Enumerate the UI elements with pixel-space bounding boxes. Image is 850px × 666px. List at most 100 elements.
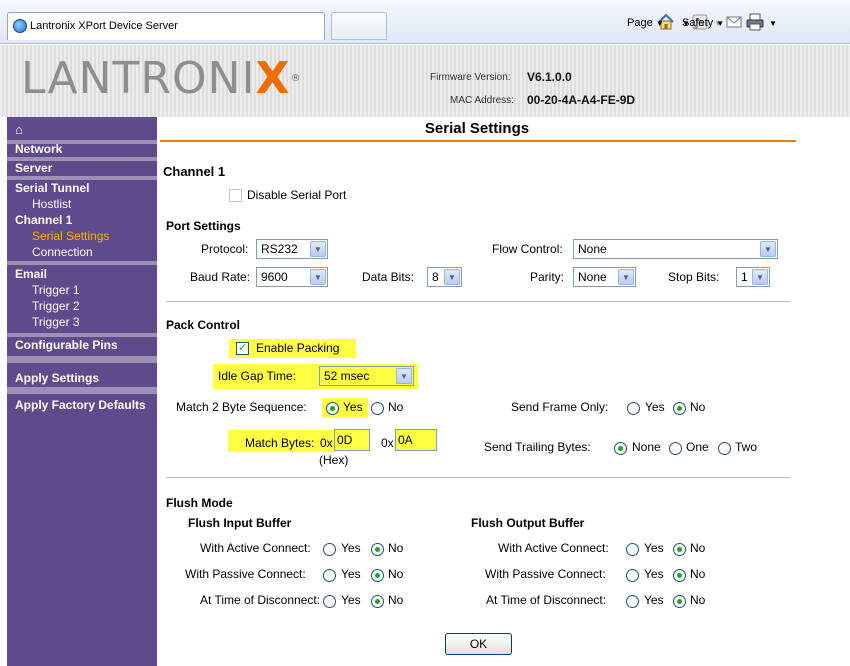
input-passive-yes-label: Yes <box>341 567 361 581</box>
hex-prefix-1: 0x <box>320 436 333 450</box>
output-passive-yes-label: Yes <box>644 567 664 581</box>
protocol-select[interactable]: RS232 ▼ <box>256 239 328 259</box>
data-bits-select[interactable]: 8 ▼ <box>427 267 462 287</box>
baud-rate-value: 9600 <box>261 270 288 284</box>
apply-settings-link[interactable]: Apply Settings <box>15 370 157 386</box>
parity-label: Parity: <box>530 270 565 284</box>
stop-bits-label: Stop Bits: <box>668 270 720 284</box>
trailing-none-radio[interactable] <box>614 442 627 455</box>
page-title: Serial Settings <box>424 120 530 137</box>
safety-menu-label: Safety <box>682 17 714 29</box>
parity-value: None <box>578 270 607 284</box>
output-disconnect-no-radio[interactable] <box>673 595 686 608</box>
trailing-two-radio[interactable] <box>718 442 731 455</box>
ie-favicon-icon <box>13 19 27 33</box>
match-byte1-input[interactable]: 0D <box>334 429 370 451</box>
tab-title: Lantronix XPort Device Server <box>30 20 178 32</box>
mail-icon[interactable] <box>726 15 742 29</box>
apply-factory-defaults-link[interactable]: Apply Factory Defaults <box>15 397 157 413</box>
data-bits-value: 8 <box>432 270 439 284</box>
chevron-down-icon: ▼ <box>310 241 326 257</box>
flow-control-select[interactable]: None ▼ <box>573 239 778 259</box>
sidebar-item-serial-tunnel[interactable]: Serial Tunnel <box>15 180 157 196</box>
parity-select[interactable]: None ▼ <box>573 267 636 287</box>
input-active-yes-radio[interactable] <box>323 543 336 556</box>
protocol-value: RS232 <box>261 242 298 256</box>
enable-packing-checkbox[interactable]: ✓ <box>236 342 249 355</box>
input-disconnect-label: At Time of Disconnect: <box>200 593 321 607</box>
new-tab-button[interactable] <box>331 12 387 40</box>
output-active-label: With Active Connect: <box>498 541 609 555</box>
sidebar-item-trigger2[interactable]: Trigger 2 <box>32 298 174 314</box>
sidebar-item-trigger3[interactable]: Trigger 3 <box>32 314 174 330</box>
channel-heading: Channel 1 <box>163 164 226 179</box>
disable-serial-port-checkbox[interactable] <box>229 189 242 202</box>
protocol-label: Protocol: <box>201 242 249 256</box>
output-disconnect-yes-radio[interactable] <box>626 595 639 608</box>
idle-gap-value: 52 msec <box>324 369 370 383</box>
lantronix-logo: LANTRONIX® <box>21 53 302 104</box>
chevron-down-icon: ▼ <box>310 269 326 285</box>
sidebar-item-connection[interactable]: Connection <box>32 244 174 260</box>
ok-button[interactable]: OK <box>445 633 512 655</box>
match2-yes-label: Yes <box>343 400 363 414</box>
match-byte2-input[interactable]: 0A <box>395 429 437 451</box>
flush-output-heading: Flush Output Buffer <box>471 516 585 530</box>
trailing-none-label: None <box>632 440 661 454</box>
chevron-down-icon: ▼ <box>396 368 412 384</box>
send-frame-label: Send Frame Only: <box>511 400 609 414</box>
sidebar-item-email[interactable]: Email <box>15 266 157 282</box>
home-nav-icon[interactable]: ⌂ <box>15 122 157 138</box>
firmware-label: Firmware Version: <box>430 72 511 83</box>
sidebar-item-configurable-pins[interactable]: Configurable Pins <box>15 337 157 353</box>
trailing-two-label: Two <box>735 440 758 454</box>
idle-gap-label: Idle Gap Time: <box>218 369 297 383</box>
chevron-down-icon: ▼ <box>618 269 634 285</box>
sidebar-item-hostlist[interactable]: Hostlist <box>32 196 174 212</box>
print-icon[interactable] <box>746 13 764 31</box>
send-frame-yes-radio[interactable] <box>627 402 640 415</box>
input-passive-no-radio[interactable] <box>371 569 384 582</box>
browser-tab[interactable]: Lantronix XPort Device Server <box>7 12 325 40</box>
page-menu[interactable]: Page ▼ <box>627 12 664 34</box>
match2-yes-radio[interactable] <box>326 402 339 415</box>
baud-rate-select[interactable]: 9600 ▼ <box>256 267 328 287</box>
data-bits-label: Data Bits: <box>362 270 415 284</box>
match2-no-radio[interactable] <box>371 402 384 415</box>
enable-packing-label: Enable Packing <box>256 341 340 355</box>
output-disconnect-label: At Time of Disconnect: <box>486 593 607 607</box>
match-bytes-label: Match Bytes: <box>245 436 315 450</box>
title-underline <box>160 140 796 142</box>
port-settings-heading: Port Settings <box>166 219 241 233</box>
input-passive-yes-radio[interactable] <box>323 569 336 582</box>
input-passive-no-label: No <box>388 567 404 581</box>
sidebar-item-trigger1[interactable]: Trigger 1 <box>32 282 174 298</box>
output-passive-yes-radio[interactable] <box>626 569 639 582</box>
disable-serial-port-label: Disable Serial Port <box>247 188 347 202</box>
input-disconnect-no-radio[interactable] <box>371 595 384 608</box>
sidebar-item-network[interactable]: Network <box>15 141 157 157</box>
output-active-yes-label: Yes <box>644 541 664 555</box>
stop-bits-select[interactable]: 1 ▼ <box>736 267 770 287</box>
output-passive-no-radio[interactable] <box>673 569 686 582</box>
chevron-down-icon: ▼ <box>444 269 460 285</box>
hex-note: (Hex) <box>319 453 349 467</box>
sidebar-item-serial-settings[interactable]: Serial Settings <box>32 228 174 244</box>
print-dropdown-icon[interactable]: ▼ <box>766 12 777 34</box>
trailing-one-radio[interactable] <box>669 442 682 455</box>
idle-gap-select[interactable]: 52 msec ▼ <box>319 366 414 386</box>
input-active-yes-label: Yes <box>341 541 361 555</box>
output-active-yes-radio[interactable] <box>626 543 639 556</box>
output-disconnect-no-label: No <box>690 593 706 607</box>
sidebar-item-server[interactable]: Server <box>15 160 157 176</box>
mac-label: MAC Address: <box>450 95 514 106</box>
flush-input-heading: Flush Input Buffer <box>188 516 292 530</box>
input-active-no-radio[interactable] <box>371 543 384 556</box>
section-divider <box>166 477 790 478</box>
send-frame-no-radio[interactable] <box>673 402 686 415</box>
sidebar-item-channel1[interactable]: Channel 1 <box>15 212 157 228</box>
input-disconnect-yes-radio[interactable] <box>323 595 336 608</box>
safety-menu[interactable]: Safety ▼ <box>682 12 724 34</box>
output-active-no-radio[interactable] <box>673 543 686 556</box>
nav-divider <box>7 356 157 363</box>
